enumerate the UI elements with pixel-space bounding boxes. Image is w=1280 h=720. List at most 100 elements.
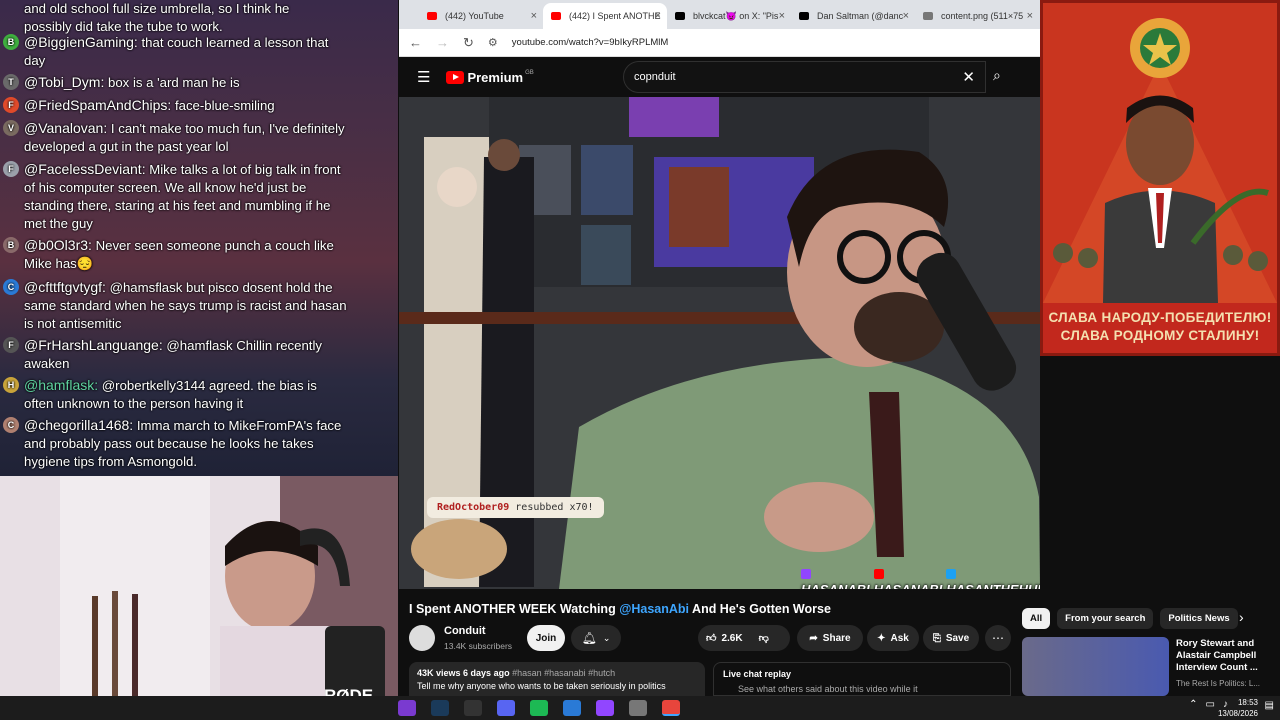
avatar: T [3,74,19,90]
social-handle: HASANABI [801,567,870,589]
chat-message-top: and old school full size umbrella, so I … [24,1,290,34]
menu-icon[interactable]: ☰ [417,68,430,86]
chat-message: T @Tobi_Dym: box is a 'ard man he is [0,73,370,92]
chrome-icon[interactable] [662,700,680,716]
chat-username: @b0Ol3r3: [24,237,92,253]
chevron-right-icon[interactable]: › [1239,609,1244,625]
app-icon-2[interactable] [563,700,581,716]
youtube-icon [551,12,561,20]
social-handle-label: HASANABI [874,582,943,589]
filter-chips: All From your search Politics News [1022,608,1238,629]
chat-message: C @chegorilla1468: Imma march to MikeFrom… [0,416,370,471]
video-details: I Spent ANOTHER WEEK Watching @HasanAbi … [399,600,1280,696]
avatar: B [3,237,19,253]
tab-label: (442) I Spent ANOTHE [569,11,661,21]
tab-strip: (442) YouTube × (442) I Spent ANOTHE × blvck… [399,0,1040,29]
search-input[interactable]: copnduit ✕ [623,61,986,93]
discord-icon[interactable] [497,700,515,716]
obs-icon[interactable] [464,700,482,716]
chat-message: B @BiggienGaming: that couch learned a le… [0,33,370,70]
dislike-button[interactable]: 👎︎ [759,632,769,644]
join-button[interactable]: Join [527,625,565,651]
social-platform-icon [801,569,811,579]
live-chat-replay[interactable]: Live chat replay See what others said ab… [713,662,1011,696]
filter-chip[interactable]: From your search [1057,608,1154,629]
chat-text: box is a 'ard man he is [108,75,240,90]
back-icon[interactable]: ← [409,35,422,50]
filter-chip[interactable]: Politics News [1160,608,1238,629]
recommended-thumbnail [1022,637,1169,696]
save-button[interactable]: ⎘ Save [923,625,979,651]
spotify-icon[interactable] [530,700,548,716]
site-settings-icon[interactable]: ⚙ [488,36,498,49]
filter-chip[interactable]: All [1022,608,1051,629]
chat-text: face-blue-smiling [174,98,275,113]
browser-tab[interactable]: (442) YouTube × [419,3,543,29]
notification-icon[interactable]: ▤ [1265,700,1274,711]
close-tab-icon[interactable]: × [655,10,661,22]
stalin-poster: СЛАВА НАРОДУ-ПОБЕДИТЕЛЮ! СЛАВА РОДНОМУ С… [1040,0,1280,356]
address-bar-row: ← → ↻ ⚙ youtube.com/watch?v=9bIkyRPLMlM [399,29,1040,57]
notification-button[interactable]: 🔔︎ ⌄ [571,625,621,651]
reload-icon[interactable]: ↻ [463,35,474,51]
social-platform-icon [946,569,957,579]
browser-tab[interactable]: content.png (511×75 × [915,3,1039,29]
chat-message: B @b0Ol3r3: Never seen someone punch a co… [0,236,370,273]
social-handle-label: HASANABI [801,582,870,589]
share-icon: ➦ [809,632,818,644]
forward-icon[interactable]: → [436,35,449,50]
search-icon[interactable]: ⌕ [993,67,1001,84]
tab-label: blvckcat👿 on X: "Pis [693,10,779,21]
poster-slogan: СЛАВА НАРОДУ-ПОБЕДИТЕЛЮ! СЛАВА РОДНОМУ С… [1048,310,1272,343]
like-button[interactable]: 👍︎ 2.6K [698,632,743,645]
thumbs-up-icon: 👍︎ [706,633,717,644]
description-box[interactable]: 43K views 6 days ago #hasan #hasanabi #h… [409,662,705,696]
close-tab-icon[interactable]: × [531,10,537,22]
sub-alert: RedOctober09 resubbed x70! [427,497,604,518]
app-icon-3[interactable] [629,700,647,716]
chevron-down-icon: ⌄ [602,632,611,643]
twitch-icon[interactable] [596,700,614,716]
youtube-header: ☰ Premium GB copnduit ✕ ⌕ [399,57,1040,97]
channel-name[interactable]: Conduit [444,625,486,637]
video-player[interactable]: RedOctober09 resubbed x70! HASANABI HASAN… [399,97,1040,589]
network-icon[interactable]: ▭ [1206,699,1215,710]
close-tab-icon[interactable]: × [903,10,909,22]
recommended-video[interactable]: Rory Stewart and Alastair Campbell Inter… [1022,637,1280,696]
ask-button[interactable]: ✦ Ask [867,625,919,651]
avatar: B [3,34,19,50]
chevron-up-icon[interactable]: ⌃ [1189,699,1197,710]
youtube-logo[interactable]: Premium GB [446,70,534,85]
chat-username: @FrHarshLanguange: [24,337,163,353]
tab-label: Dan Saltman (@danc [817,11,904,21]
more-actions-button[interactable]: ⋯ [985,625,1011,651]
video-title: I Spent ANOTHER WEEK Watching @HasanAbi … [409,602,831,616]
steam-icon[interactable] [431,700,449,716]
sparkle-icon: ✦ [877,632,886,644]
channel-avatar[interactable] [409,625,435,651]
chat-username: @Tobi_Dym: [24,74,105,90]
avatar: F [3,161,19,177]
clock[interactable]: 18:53 13/08/2026 [1218,697,1258,719]
app-icon[interactable] [398,700,416,716]
avatar: H [3,377,19,393]
close-tab-icon[interactable]: × [1027,10,1033,22]
youtube-icon [427,12,437,20]
share-button[interactable]: ➦ Share [797,625,863,651]
x-icon [675,12,685,20]
chat-username: @chegorilla1468: [24,417,134,433]
chat-overlay: and old school full size umbrella, so I … [0,0,398,476]
browser-tab[interactable]: Dan Saltman (@danc × [791,3,915,29]
clear-search-icon[interactable]: ✕ [962,68,975,86]
close-tab-icon[interactable]: × [779,10,785,22]
taskbar: ⌃ ▭ ♪ 18:53 13/08/2026 ▤ [0,696,1280,720]
tab-label: content.png (511×75 [941,11,1024,21]
browser-tab[interactable]: blvckcat👿 on X: "Pis × [667,3,791,29]
chat-username: @FacelessDeviant: [24,161,146,177]
webcam-scene: RØDE [0,476,398,720]
url-field[interactable]: youtube.com/watch?v=9bIkyRPLMlM [512,37,669,48]
browser-tab[interactable]: (442) I Spent ANOTHE × [543,3,667,29]
bookmark-icon: ⎘ [932,632,941,644]
avatar: C [3,279,19,295]
browser-window: (442) YouTube × (442) I Spent ANOTHE × blvck… [399,0,1040,600]
